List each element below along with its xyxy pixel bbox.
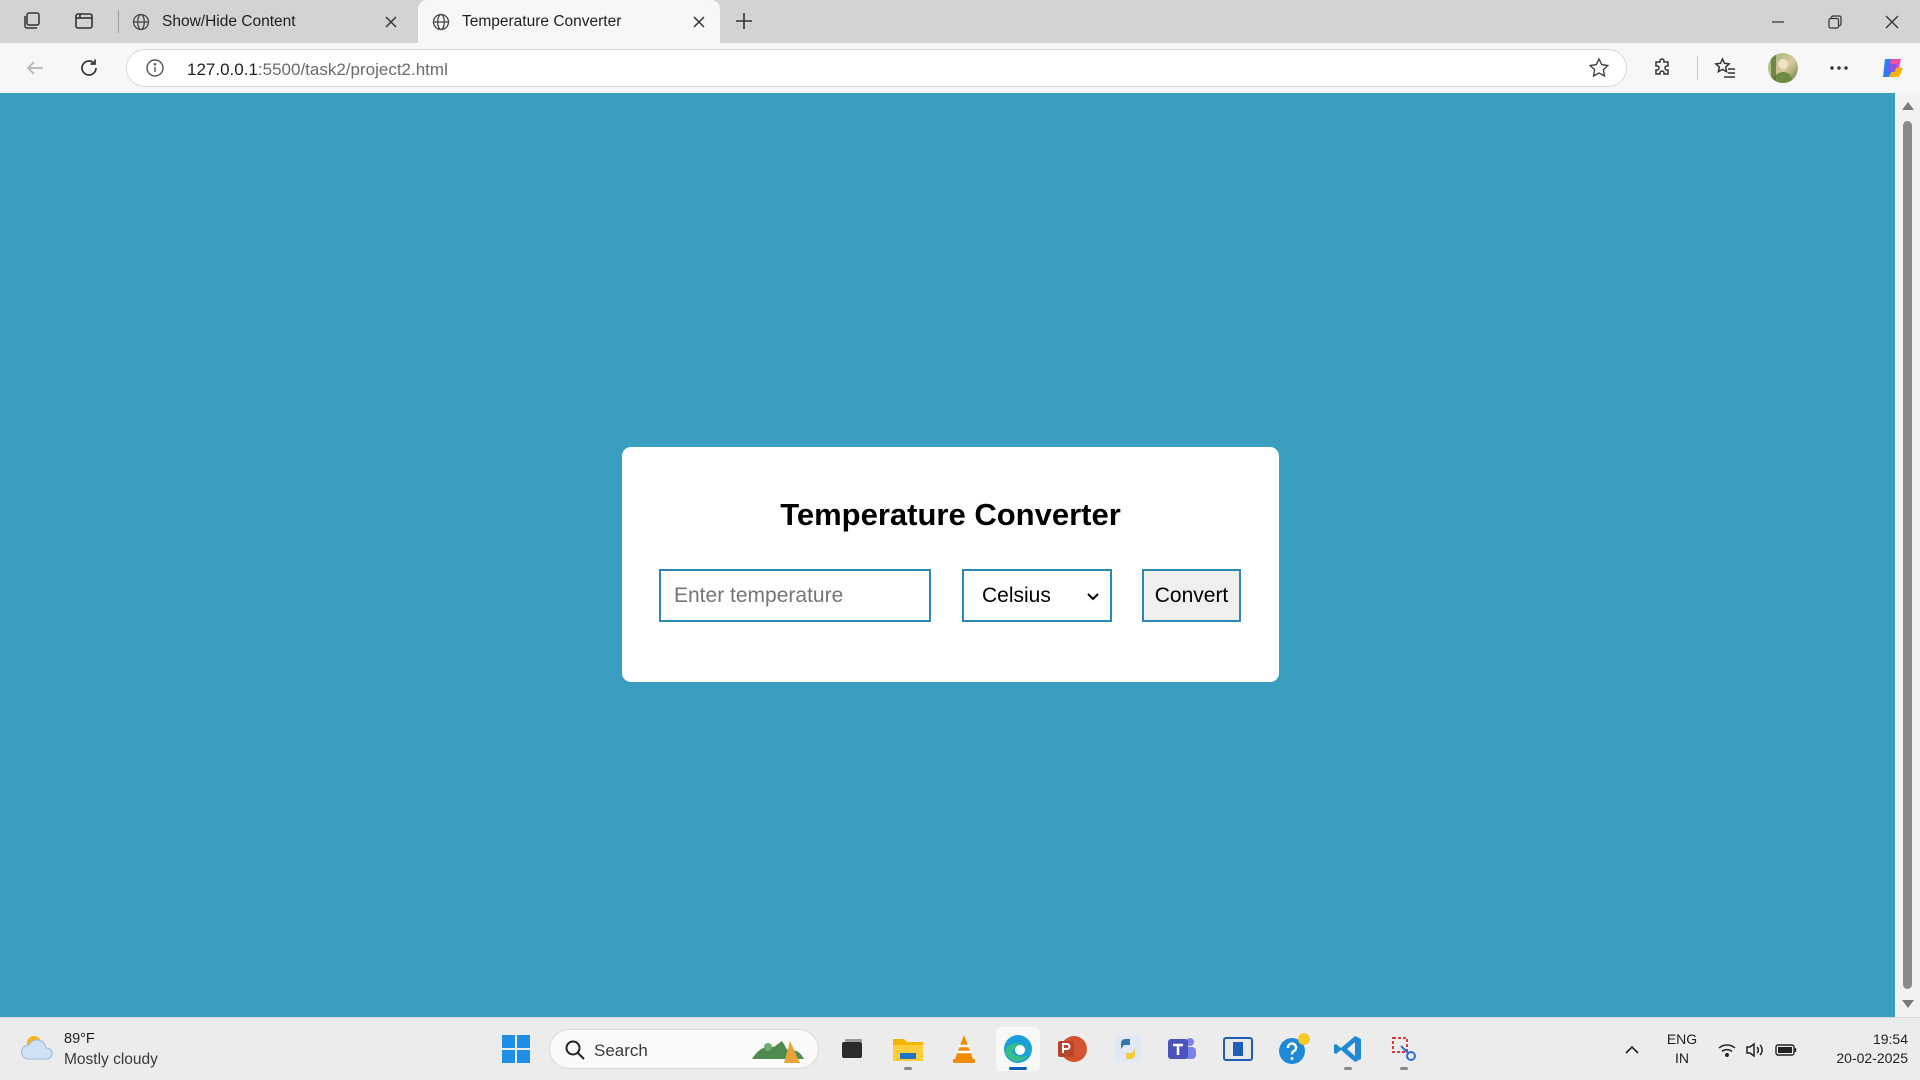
chevron-up-icon[interactable]: [1620, 1018, 1644, 1080]
minimize-button[interactable]: [1749, 0, 1806, 43]
running-indicator: [1344, 1067, 1352, 1070]
reload-button[interactable]: [72, 51, 106, 85]
weather-description: Mostly cloudy: [64, 1051, 158, 1068]
close-tab-icon[interactable]: [686, 9, 712, 35]
page-title: Temperature Converter: [780, 497, 1121, 532]
weather-cloudy-icon[interactable]: [20, 1031, 56, 1065]
more-options-icon[interactable]: [1822, 51, 1856, 85]
back-button[interactable]: [18, 51, 52, 85]
running-indicator: [1400, 1067, 1408, 1070]
snipping-tool-icon[interactable]: [1382, 1027, 1426, 1071]
chevron-down-icon: [1087, 592, 1099, 600]
scroll-up-arrow[interactable]: [1902, 102, 1914, 110]
profile-avatar[interactable]: [1768, 53, 1798, 83]
teams-icon[interactable]: [1160, 1027, 1204, 1071]
browser-toolbar: 127.0.0.1:5500/task2/project2.html: [0, 43, 1920, 93]
powerpoint-icon[interactable]: [1050, 1027, 1094, 1071]
running-indicator: [904, 1067, 912, 1070]
extensions-icon[interactable]: [1646, 51, 1680, 85]
search-icon: [565, 1040, 585, 1060]
search-label: Search: [594, 1041, 648, 1060]
temperature-input[interactable]: [659, 569, 931, 622]
globe-icon: [432, 13, 450, 30]
url-path: :5500/task2/project2.html: [257, 60, 448, 79]
scroll-down-arrow[interactable]: [1902, 1000, 1914, 1008]
search-highlight-icon: [752, 1041, 804, 1063]
taskbar-search[interactable]: Search: [549, 1029, 819, 1069]
clock-time: 19:54: [1872, 1031, 1908, 1047]
language-indicator[interactable]: ENG IN: [1660, 1030, 1704, 1068]
taskbar: 89°F Mostly cloudy Search ENG IN 19:54 2…: [0, 1017, 1920, 1080]
close-window-button[interactable]: [1863, 0, 1920, 43]
site-info-icon[interactable]: [145, 58, 165, 78]
tab-title: Temperature Converter: [462, 12, 622, 30]
close-tab-icon[interactable]: [378, 9, 404, 35]
active-indicator: [1009, 1067, 1027, 1070]
page-scrollbar[interactable]: [1895, 93, 1920, 1017]
windows-start-icon[interactable]: [494, 1027, 538, 1071]
url-host: 127.0.0.1: [187, 60, 258, 79]
task-view-icon[interactable]: [830, 1027, 874, 1071]
unit-selected-value: Celsius: [982, 583, 1051, 607]
favorites-icon[interactable]: [1708, 51, 1742, 85]
region-code: IN: [1675, 1050, 1689, 1066]
app-window-icon[interactable]: [1216, 1027, 1260, 1071]
weather-temperature: 89°F: [64, 1031, 95, 1047]
tab-title: Show/Hide Content: [162, 12, 296, 30]
volume-icon[interactable]: [1744, 1018, 1766, 1080]
scrollbar-thumb[interactable]: [1903, 121, 1912, 989]
unit-select[interactable]: Celsius: [962, 569, 1112, 622]
system-clock[interactable]: 19:54 20-02-2025: [1808, 1030, 1908, 1068]
browser-tab-strip: Show/Hide Content Temperature Converter: [0, 0, 1920, 43]
favorite-star-icon[interactable]: [1588, 57, 1610, 79]
file-explorer-icon[interactable]: [886, 1027, 930, 1071]
copilot-icon[interactable]: [1876, 51, 1910, 85]
address-bar[interactable]: 127.0.0.1:5500/task2/project2.html: [126, 49, 1627, 87]
workspaces-icon[interactable]: [16, 6, 48, 36]
restore-button[interactable]: [1806, 0, 1863, 43]
wifi-icon[interactable]: [1716, 1018, 1738, 1080]
language-code: ENG: [1666, 1031, 1698, 1047]
edge-browser-icon[interactable]: [996, 1027, 1040, 1071]
battery-icon[interactable]: [1774, 1018, 1798, 1080]
tab-show-hide-content[interactable]: Show/Hide Content: [118, 0, 412, 43]
clock-date: 20-02-2025: [1836, 1050, 1908, 1066]
convert-button[interactable]: Convert: [1142, 569, 1241, 622]
vlc-icon[interactable]: [942, 1027, 986, 1071]
globe-icon: [132, 13, 150, 30]
tab-temperature-converter[interactable]: Temperature Converter: [418, 0, 720, 43]
converter-card: Temperature Converter Celsius Convert: [622, 447, 1279, 682]
python-icon[interactable]: [1106, 1027, 1150, 1071]
url-text: 127.0.0.1:5500/task2/project2.html: [187, 60, 448, 80]
toolbar-divider: [1697, 56, 1698, 80]
new-tab-button[interactable]: [728, 6, 760, 36]
tab-actions-icon[interactable]: [68, 6, 100, 36]
help-icon[interactable]: [1272, 1027, 1316, 1071]
vscode-icon[interactable]: [1326, 1027, 1370, 1071]
